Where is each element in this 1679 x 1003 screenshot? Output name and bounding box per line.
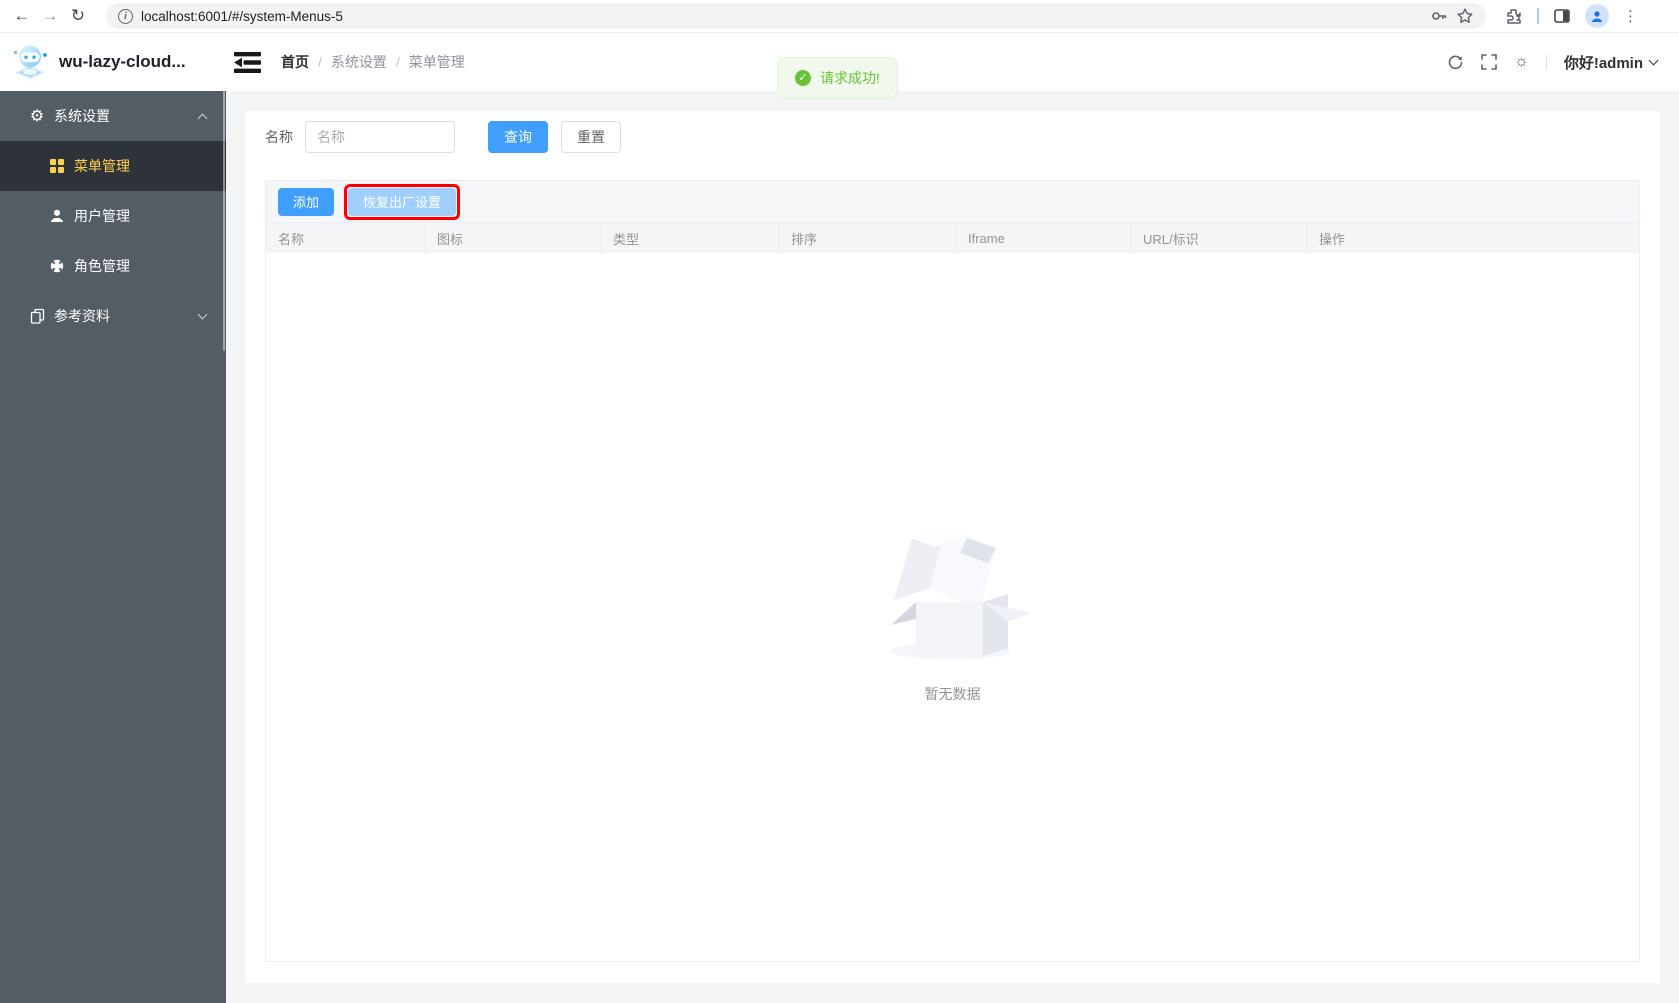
breadcrumb-separator: / <box>395 54 400 70</box>
sidebar: ⚙ 系统设置 菜单管理 用户管理 角色管理 参考资料 <box>0 91 226 1003</box>
breadcrumb-current: 菜单管理 <box>408 54 465 70</box>
fullscreen-icon[interactable] <box>1481 54 1497 70</box>
header-divider <box>1545 54 1547 70</box>
sidebar-item-role-management[interactable]: 角色管理 <box>0 241 226 291</box>
name-search-input[interactable] <box>305 121 455 153</box>
table-header-row: 名称 图标 类型 排序 Iframe URL/标识 操作 <box>266 223 1639 253</box>
chevron-down-icon <box>1648 55 1659 65</box>
column-header-type: 类型 <box>601 223 779 253</box>
grid-icon <box>48 159 66 173</box>
reload-icon[interactable]: ↻ <box>64 2 92 30</box>
profile-avatar-icon[interactable] <box>1585 4 1609 28</box>
restore-factory-button[interactable]: 恢复出厂设置 <box>348 187 457 216</box>
query-button[interactable]: 查询 <box>488 121 548 153</box>
column-header-icon: 图标 <box>425 223 601 253</box>
chrome-divider <box>1537 8 1539 24</box>
extensions-icon[interactable] <box>1504 7 1523 26</box>
sidebar-group-label: 参考资料 <box>54 308 110 324</box>
sidebar-group-system-settings[interactable]: ⚙ 系统设置 <box>0 91 226 141</box>
search-form: 名称 查询 重置 <box>245 111 1660 153</box>
sidebar-scrollbar[interactable] <box>223 91 225 351</box>
success-toast: ✓ 请求成功! <box>777 57 898 98</box>
sidebar-item-user-management[interactable]: 用户管理 <box>0 191 226 241</box>
sidebar-group-reference[interactable]: 参考资料 <box>0 291 226 341</box>
sun-theme-icon[interactable]: ☼ <box>1514 54 1529 70</box>
chevron-down-icon <box>197 309 208 320</box>
success-check-icon: ✓ <box>795 69 811 86</box>
breadcrumb-separator: / <box>318 54 322 70</box>
back-icon[interactable]: ← <box>8 2 36 30</box>
sidebar-item-label: 角色管理 <box>74 258 130 274</box>
toast-message: 请求成功! <box>820 69 880 86</box>
empty-text: 暂无数据 <box>924 686 981 702</box>
sidebar-item-label: 菜单管理 <box>74 158 130 174</box>
column-header-sort: 排序 <box>779 223 956 253</box>
search-field-label: 名称 <box>265 129 293 145</box>
content-card: 名称 查询 重置 添加 恢复出厂设置 名称 图标 类型 排序 Iframe <box>245 111 1660 983</box>
breadcrumb: 首页 / 系统设置 / 菜单管理 <box>281 52 465 72</box>
site-info-icon[interactable]: i <box>118 8 133 24</box>
refresh-icon[interactable] <box>1447 54 1464 71</box>
reset-button[interactable]: 重置 <box>561 121 621 153</box>
sidebar-collapse-icon[interactable] <box>234 51 261 74</box>
sidebar-group-label: 系统设置 <box>54 108 110 124</box>
empty-box-illustration <box>890 526 1032 660</box>
column-header-iframe: Iframe <box>956 223 1131 253</box>
forward-icon[interactable]: → <box>36 2 64 30</box>
menu-kebab-icon[interactable]: ⋮ <box>1623 7 1638 25</box>
table-empty-body: 暂无数据 <box>266 253 1639 961</box>
main-area: 名称 查询 重置 添加 恢复出厂设置 名称 图标 类型 排序 Iframe <box>226 91 1679 1003</box>
chevron-up-icon <box>197 113 208 123</box>
table-container: 添加 恢复出厂设置 名称 图标 类型 排序 Iframe URL/标识 操作 暂… <box>265 180 1640 962</box>
copy-document-icon <box>28 308 46 324</box>
gear-icon: ⚙ <box>29 108 45 125</box>
sidebar-item-menu-management[interactable]: 菜单管理 <box>0 141 226 191</box>
password-key-icon[interactable] <box>1430 7 1448 25</box>
user-icon <box>48 208 66 224</box>
column-header-url: URL/标识 <box>1131 223 1307 253</box>
bookmark-star-icon[interactable] <box>1456 7 1474 25</box>
annotation-highlight-box: 恢复出厂设置 <box>344 183 461 220</box>
user-menu[interactable]: 你好!admin <box>1563 52 1659 73</box>
add-button[interactable]: 添加 <box>278 187 335 216</box>
role-icon <box>48 258 66 274</box>
column-header-actions: 操作 <box>1319 231 1346 247</box>
breadcrumb-section[interactable]: 系统设置 <box>331 52 387 72</box>
url-bar[interactable]: i localhost:6001/#/system-Menus-5 <box>106 3 1486 29</box>
url-text[interactable]: localhost:6001/#/system-Menus-5 <box>141 9 1422 24</box>
side-panel-icon[interactable] <box>1553 7 1571 25</box>
app-logo-robot-icon <box>13 45 47 79</box>
browser-chrome: ← → ↻ i localhost:6001/#/system-Menus-5 … <box>0 0 1679 33</box>
table-toolbar: 添加 恢复出厂设置 <box>266 181 1639 223</box>
header-actions: ☼ 你好!admin <box>1447 52 1679 73</box>
app-title: wu-lazy-cloud... <box>59 52 186 71</box>
greeting-text: 你好!admin <box>1563 54 1643 72</box>
brand: wu-lazy-cloud... <box>0 43 226 81</box>
column-header-name: 名称 <box>266 223 425 253</box>
breadcrumb-home[interactable]: 首页 <box>281 52 309 72</box>
sidebar-item-label: 用户管理 <box>74 208 130 224</box>
